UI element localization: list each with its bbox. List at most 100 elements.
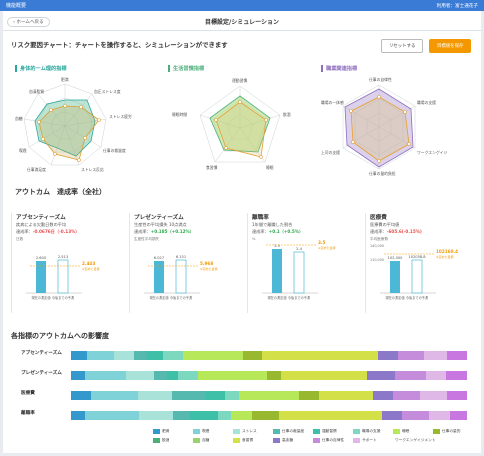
legend-swatch [353, 438, 360, 443]
impact-row-bar[interactable] [71, 411, 467, 420]
impact-segment[interactable] [251, 411, 280, 420]
impact-segment[interactable] [177, 371, 199, 380]
impact-row-label: プレゼンティーズム [21, 371, 62, 376]
impact-segment[interactable] [71, 411, 85, 420]
impact-segment[interactable] [138, 391, 172, 400]
impact-legend: 肥満 喫煙 ストレス 仕事の裁量度 運動習慣 職場の支援 睡眠 仕事の量的 飲酒 血糖 食習慣 高血糖… [153, 429, 473, 443]
outcome-bar-chart: 平均医療費 140,000 110,000 102,000 102058.8 10… [370, 236, 458, 300]
impact-segment[interactable] [183, 351, 243, 360]
y-unit: % [252, 237, 256, 241]
impact-segment[interactable] [71, 371, 85, 380]
impact-segment[interactable] [205, 391, 226, 400]
impact-segment[interactable] [281, 371, 368, 380]
impact-segment[interactable] [84, 371, 127, 380]
radar-work-chart[interactable]: 仕事の自律性 職場の支援 ワークエンゲイジ 仕事の量的負担 上司の支援 職場の一… [321, 72, 461, 177]
save-target-button[interactable]: 目標値を保存 [429, 39, 472, 53]
bar-forecast [411, 259, 423, 294]
impact-segment[interactable] [126, 371, 154, 380]
radar-lifestyle-chart[interactable]: 運動習慣 飲酒 睡眠 食習慣 睡眠時間 [168, 72, 308, 177]
impact-segment[interactable] [113, 351, 134, 360]
legend-label: 睡眠 [402, 429, 410, 433]
impact-segment[interactable] [425, 371, 447, 380]
impact-row-bar[interactable] [71, 351, 467, 360]
legend-label: 職場の支援 [362, 429, 381, 433]
impact-segment[interactable] [225, 391, 239, 400]
impact-segment[interactable] [449, 411, 467, 420]
impact-segment[interactable] [71, 391, 92, 400]
impact-segment[interactable] [133, 351, 147, 360]
reset-button[interactable]: リセットする [381, 39, 424, 53]
impact-segment[interactable] [198, 371, 268, 380]
legend-swatch [393, 429, 400, 434]
legend-item: ストレス [233, 429, 273, 434]
impact-segment[interactable] [429, 411, 450, 420]
impact-segment[interactable] [446, 371, 467, 380]
impact-segment[interactable] [153, 371, 168, 380]
radar-label: 血糖 [15, 116, 23, 121]
x-label: 今後までの予測 [52, 295, 74, 300]
legend-item: 飲酒 [153, 438, 193, 443]
legend-item: 仕事の自律性 [313, 438, 353, 443]
impact-segment[interactable] [319, 391, 373, 400]
impact-segment[interactable] [447, 351, 467, 360]
impact-segment[interactable] [372, 391, 394, 400]
x-label: 現在の測定値 [385, 295, 405, 300]
bar-value: 2.4 [296, 247, 302, 251]
user-name[interactable]: 利用者：富士通花子 [437, 3, 478, 9]
radar-physical: 身体的ーム理的指標 肥満 血圧ストレス度 ストレス疲労 仕事の裁量度 ストレス反… [15, 65, 155, 175]
impact-segment[interactable] [238, 391, 300, 400]
legend-label: 高血糖 [282, 438, 294, 442]
impact-segment[interactable] [84, 411, 140, 420]
impact-segment[interactable] [446, 391, 467, 400]
radar-physical-title: 身体的ーム理的指標 [15, 65, 155, 72]
impact-segment[interactable] [393, 391, 420, 400]
impact-segment[interactable] [173, 411, 191, 420]
impact-row-label: アブセンティーズム [21, 351, 62, 356]
impact-segment[interactable] [419, 391, 447, 400]
impact-segment[interactable] [167, 371, 178, 380]
impact-segment[interactable] [91, 391, 139, 400]
impact-segment[interactable] [171, 391, 206, 400]
impact-segment[interactable] [163, 351, 184, 360]
radar-label: 血清脂質 [29, 89, 44, 94]
impact-segment[interactable] [231, 411, 252, 420]
bar-value: 6.151 [176, 255, 186, 259]
impact-segment[interactable] [394, 371, 426, 380]
impact-segment[interactable] [190, 411, 218, 420]
impact-segment[interactable] [381, 411, 403, 420]
outcome-card-desc: 医療費の平均値 [370, 222, 400, 227]
legend-label: 食習慣 [242, 438, 254, 442]
target-value: 102160.4 [436, 249, 458, 254]
impact-row-bar[interactable] [71, 371, 467, 380]
impact-segment[interactable] [367, 371, 395, 380]
impact-segment[interactable] [87, 351, 114, 360]
legend-label: 運動習慣 [322, 429, 337, 433]
impact-row-bar[interactable] [71, 391, 467, 400]
impact-segment[interactable] [71, 351, 88, 360]
outcome-card: 離職率 1年間で離職した割合 達成率：+0.1（+0.5%） % 2.5 2.4… [247, 213, 355, 313]
legend-item: 喫煙 [193, 429, 233, 434]
legend-label: ストレス [242, 429, 257, 433]
radar-label: 上司の支援 [321, 150, 340, 155]
impact-segment[interactable] [146, 351, 164, 360]
radar-physical-chart[interactable]: 肥満 血圧ストレス度 ストレス疲労 仕事の裁量度 ストレス反応 仕事満足度 喫煙… [15, 72, 155, 177]
impact-segment[interactable] [299, 391, 320, 400]
impact-segment[interactable] [267, 371, 281, 380]
impact-segment[interactable] [377, 351, 398, 360]
impact-segment[interactable] [217, 411, 232, 420]
radar-label: 飲酒 [283, 112, 291, 117]
impact-segment[interactable] [262, 351, 378, 360]
radar-label: 喫煙 [19, 148, 27, 153]
app-title: 機能概要 [6, 3, 27, 9]
radar-label: 職場の支援 [417, 100, 436, 105]
impact-segment[interactable] [402, 411, 430, 420]
rate-value: +0.1（+0.5%） [268, 229, 304, 234]
y-tick: 110,000 [370, 258, 384, 262]
impact-segment[interactable] [139, 411, 174, 420]
impact-segment[interactable] [424, 351, 448, 360]
impact-segment[interactable] [242, 351, 263, 360]
impact-segment[interactable] [279, 411, 382, 420]
radar-label: ストレス疲労 [109, 114, 132, 119]
page-title: 目標設定/シミュレーション [205, 19, 279, 26]
impact-segment[interactable] [397, 351, 425, 360]
